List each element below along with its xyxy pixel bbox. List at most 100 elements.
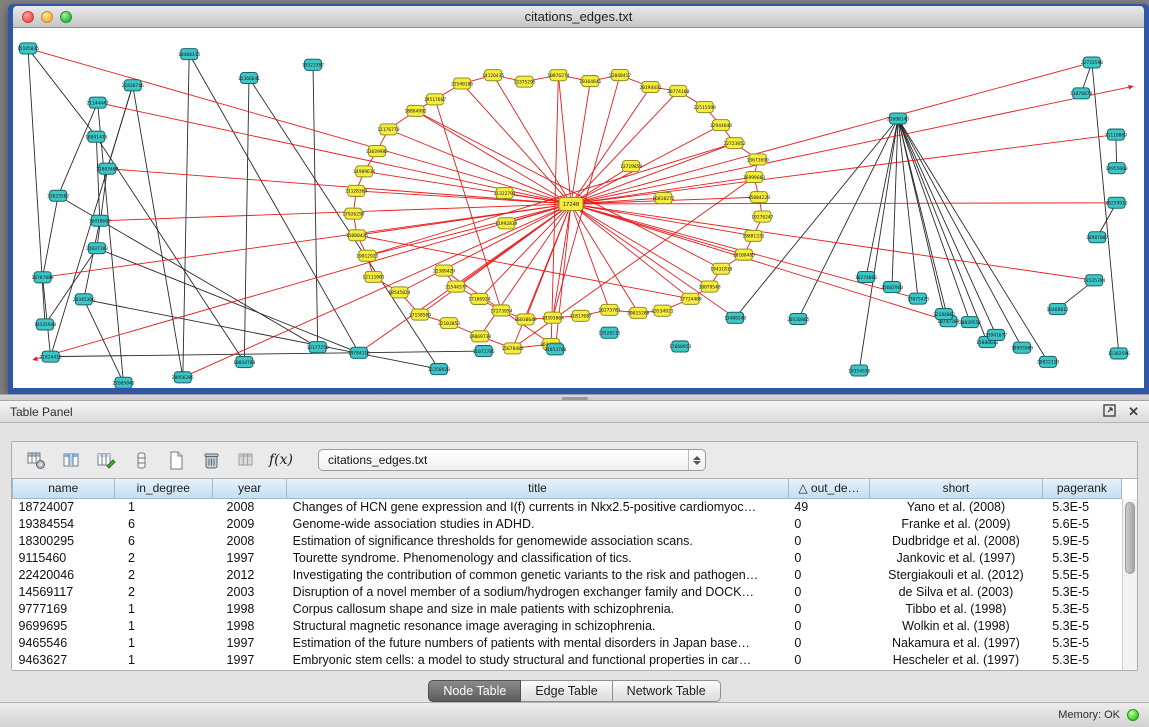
graph-node[interactable]: 20039552 xyxy=(959,317,981,328)
column-header-out_de[interactable]: △ out_de… xyxy=(788,479,869,498)
cell-pagerank[interactable]: 5.9E-5 xyxy=(1042,532,1121,549)
graph-node[interactable]: 18884992 xyxy=(405,105,427,116)
cell-short[interactable]: Yano et al. (2008) xyxy=(870,498,1043,515)
table-mode-button[interactable] xyxy=(24,448,48,472)
graph-node[interactable]: 22540186 xyxy=(451,78,473,89)
graph-node[interactable]: 13729859 xyxy=(620,161,642,172)
cell-pagerank[interactable]: 5.3E-5 xyxy=(1042,600,1121,617)
graph-node[interactable]: 20822119 xyxy=(1037,356,1059,367)
graph-node[interactable]: 19276247 xyxy=(751,211,773,222)
graph-node[interactable]: 11072785 xyxy=(473,346,495,357)
graph-node[interactable]: 11358928 xyxy=(428,364,450,375)
graph-node[interactable]: 13941677 xyxy=(985,329,1007,340)
graph-node[interactable]: 21144447 xyxy=(87,97,109,108)
graph-node[interactable]: 22103853 xyxy=(438,318,460,329)
graph-node[interactable]: 10034788 xyxy=(233,357,255,368)
network-canvas[interactable]: 1644326815678485190697302210385317158509… xyxy=(13,28,1144,388)
cell-title[interactable]: Genome-wide association studies in ADHD. xyxy=(287,515,789,532)
column-header-name[interactable]: name xyxy=(13,479,115,498)
cell-out_de[interactable]: 0 xyxy=(788,532,869,549)
graph-node[interactable]: 10480315 xyxy=(178,49,200,60)
graph-node[interactable]: 13535394 xyxy=(1083,275,1105,286)
table-row[interactable]: 1456911722003Disruption of a novel membe… xyxy=(13,583,1122,600)
graph-node[interactable]: 16030649 xyxy=(515,314,537,325)
graph-node[interactable]: 12944644 xyxy=(710,120,732,131)
graph-node[interactable]: 21803468 xyxy=(96,163,118,174)
graph-node[interactable]: 18108485 xyxy=(733,249,755,260)
cell-pagerank[interactable]: 5.5E-5 xyxy=(1042,566,1121,583)
cell-in_degree[interactable]: 1 xyxy=(114,498,213,515)
minimize-window-button[interactable] xyxy=(41,11,53,23)
cell-name[interactable]: 9465546 xyxy=(13,634,115,651)
table-row[interactable]: 1872400712008Changes of HCN gene express… xyxy=(13,498,1122,515)
cell-pagerank[interactable]: 5.3E-5 xyxy=(1042,634,1121,651)
cell-name[interactable]: 9699695 xyxy=(13,617,115,634)
graph-node[interactable]: 15084229 xyxy=(748,192,770,203)
graph-node[interactable]: 13408240 xyxy=(724,312,746,323)
column-header-short[interactable]: short xyxy=(870,479,1043,498)
graph-node[interactable]: 18987087 xyxy=(1086,232,1108,243)
cell-pagerank[interactable]: 5.3E-5 xyxy=(1042,617,1121,634)
graph-node[interactable]: 11176770 xyxy=(377,124,399,135)
graph-node[interactable]: 18993988 xyxy=(1011,342,1033,353)
graph-node[interactable]: 16468012 xyxy=(1046,304,1068,315)
cell-in_degree[interactable]: 1 xyxy=(114,651,213,668)
cell-name[interactable]: 19384554 xyxy=(13,515,115,532)
graph-node[interactable]: 19354556 xyxy=(848,365,870,376)
close-window-button[interactable] xyxy=(22,11,34,23)
graph-node[interactable]: 20815286 xyxy=(627,307,649,318)
close-panel-icon[interactable]: ✕ xyxy=(1128,405,1139,418)
graph-node[interactable]: 13526515 xyxy=(598,327,620,338)
cell-short[interactable]: Franke et al. (2009) xyxy=(870,515,1043,532)
graph-node[interactable]: 20345306 xyxy=(73,294,95,305)
cell-short[interactable]: de Silva et al. (2003) xyxy=(870,583,1043,600)
graph-node[interactable]: 17166924 xyxy=(468,293,490,304)
graph-node[interactable]: 19431810 xyxy=(710,263,732,274)
graph-node[interactable]: 20194431 xyxy=(639,81,661,92)
cell-year[interactable]: 2009 xyxy=(213,515,287,532)
graph-node[interactable]: 20259916 xyxy=(1105,197,1127,208)
cell-out_de[interactable]: 0 xyxy=(788,515,869,532)
scrollbar-thumb[interactable] xyxy=(1125,502,1135,574)
graph-node[interactable]: 14989636 xyxy=(353,166,375,177)
graph-node[interactable]: 19784110 xyxy=(348,347,370,358)
graph-node[interactable]: 13839985 xyxy=(366,146,388,157)
graph-node[interactable]: 15080435 xyxy=(346,230,368,241)
cell-year[interactable]: 2003 xyxy=(213,583,287,600)
graph-node[interactable]: 17660953 xyxy=(669,341,691,352)
graph-node[interactable]: 16810272 xyxy=(652,193,674,204)
cell-name[interactable]: 9463627 xyxy=(13,651,115,668)
graph-node[interactable]: 20774160 xyxy=(667,85,689,96)
cell-title[interactable]: Tourette syndrome. Phenomenology and cla… xyxy=(287,549,789,566)
cell-short[interactable]: Stergiakouli et al. (2012) xyxy=(870,566,1043,583)
cell-out_de[interactable]: 0 xyxy=(788,583,869,600)
network-window-titlebar[interactable]: citations_edges.txt xyxy=(13,6,1144,28)
table-row[interactable]: 969969511998Structural magnetic resonanc… xyxy=(13,617,1122,634)
table-row[interactable]: 977716911998Corpus callosum shape and si… xyxy=(13,600,1122,617)
graph-node[interactable]: 17273954 xyxy=(490,305,512,316)
cell-year[interactable]: 2008 xyxy=(213,532,287,549)
graph-node[interactable]: 18787088 xyxy=(32,272,54,283)
cell-name[interactable]: 14569117 xyxy=(13,583,115,600)
cell-out_de[interactable]: 0 xyxy=(788,634,869,651)
cell-pagerank[interactable]: 5.3E-5 xyxy=(1042,583,1121,600)
cell-out_de[interactable]: 0 xyxy=(788,617,869,634)
graph-node[interactable]: 22733590 xyxy=(1081,57,1103,68)
graph-node[interactable]: 15105835 xyxy=(17,43,39,54)
cell-pagerank[interactable]: 5.3E-5 xyxy=(1042,651,1121,668)
cell-name[interactable]: 9115460 xyxy=(13,549,115,566)
table-scrollbar[interactable] xyxy=(1122,499,1137,670)
column-header-pagerank[interactable]: pagerank xyxy=(1042,479,1121,498)
graph-node[interactable]: 11322791 xyxy=(494,187,516,198)
edit-table-button[interactable] xyxy=(94,448,118,472)
cell-title[interactable]: Investigating the contribution of common… xyxy=(287,566,789,583)
memory-status-indicator[interactable] xyxy=(1127,709,1139,721)
table-row[interactable]: 946362711997Embryonic stem cells: a mode… xyxy=(13,651,1122,668)
graph-node[interactable]: 19364641 xyxy=(579,76,601,87)
graph-node[interactable]: 11382596 xyxy=(1108,348,1130,359)
cell-in_degree[interactable]: 1 xyxy=(114,617,213,634)
graph-node[interactable]: 17240 xyxy=(559,197,583,210)
delete-column-button[interactable] xyxy=(199,448,223,472)
cell-in_degree[interactable]: 2 xyxy=(114,566,213,583)
graph-node[interactable]: 19393004 xyxy=(542,312,564,323)
